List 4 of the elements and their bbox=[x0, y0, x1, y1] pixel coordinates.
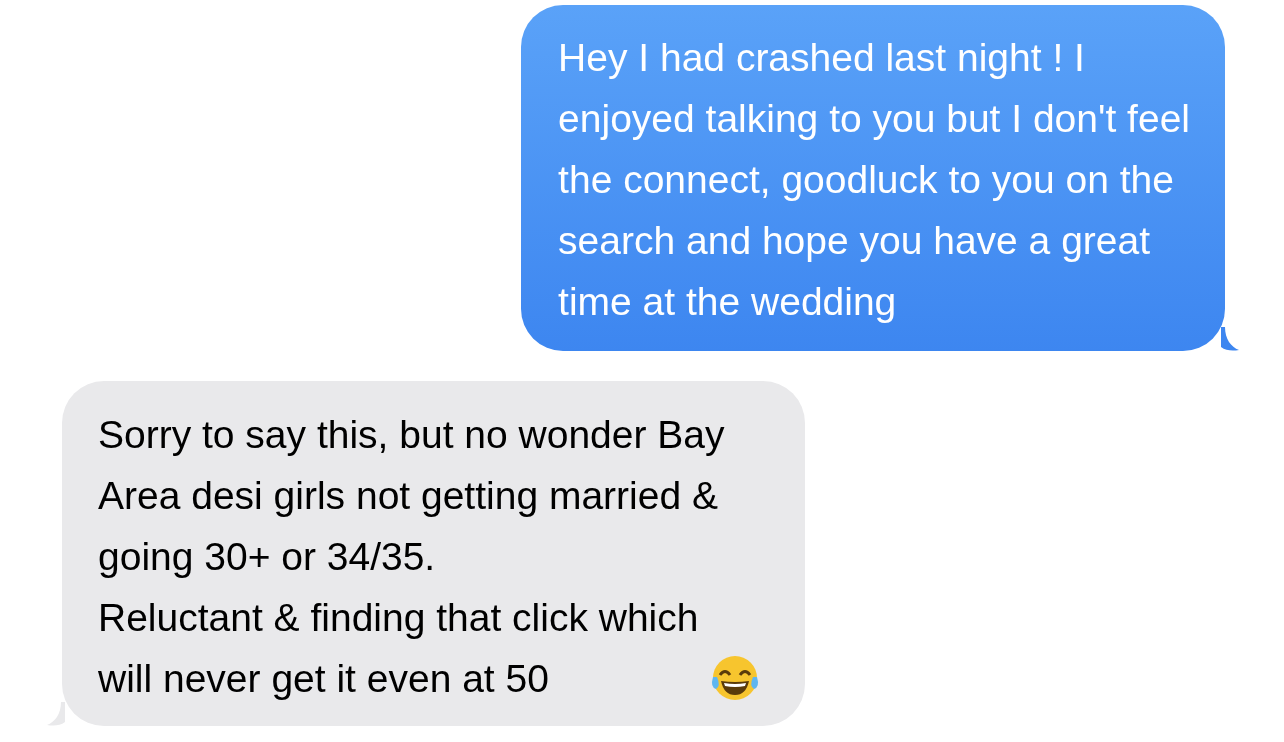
laughing-emoji-icon bbox=[710, 653, 761, 703]
message-text: Hey I had crashed last night ! I enjoyed talking to you but I don't feel the connect, goodluck to you on the search and hope you have a great time at the wedding bbox=[558, 35, 1190, 325]
bubble-tail bbox=[1221, 327, 1239, 351]
message-text: Sorry to say this, but no wonder Bay Area desi girls not getting married & going 30+ or 34/35. Reluctant & finding that click which will never get it even at 50 bbox=[98, 412, 725, 702]
